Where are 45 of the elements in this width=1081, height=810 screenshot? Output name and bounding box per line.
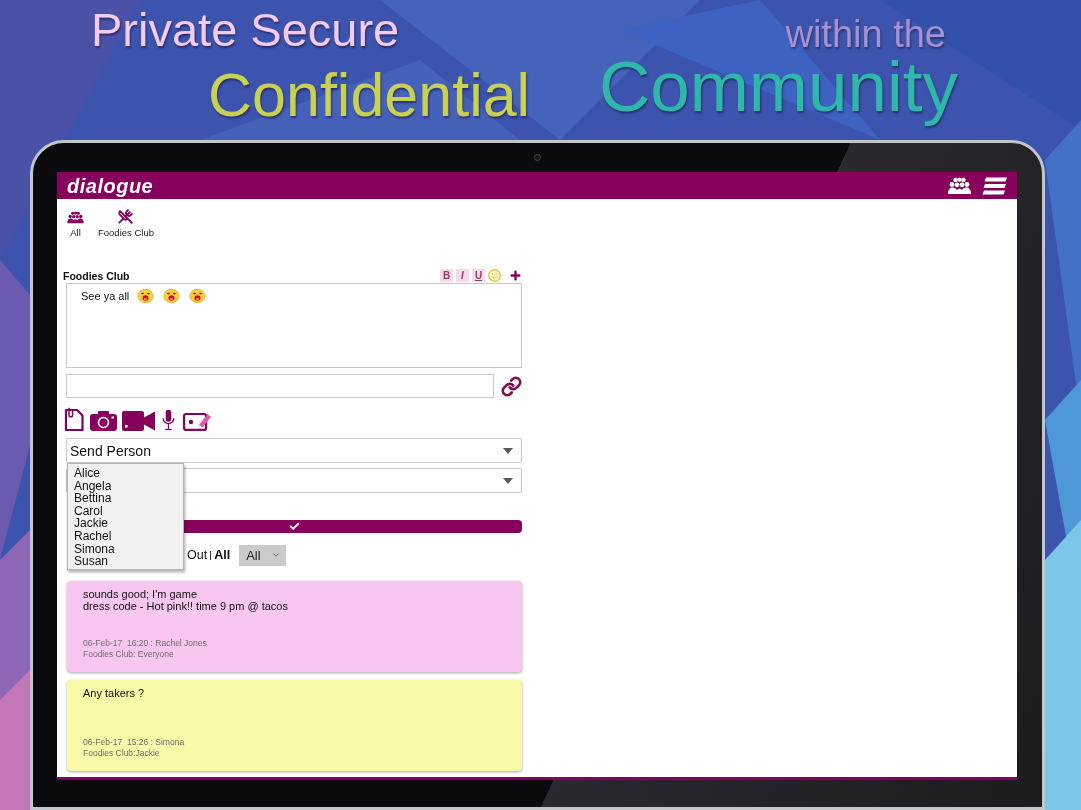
dropdown-option[interactable]: Susan <box>74 555 109 568</box>
filter-option[interactable]: Out <box>187 548 208 562</box>
video-camera-icon[interactable] <box>122 411 155 431</box>
microphone-icon[interactable] <box>162 409 175 431</box>
camera-icon[interactable] <box>90 411 117 431</box>
message-audience: Foodies Club: Everyone <box>83 649 174 660</box>
emoji-icon <box>137 289 155 303</box>
caret-icon <box>503 447 513 454</box>
group-tab[interactable]: All <box>66 208 85 238</box>
emoji-icon <box>163 289 181 303</box>
dropdown-option[interactable]: Bettina <box>74 492 112 505</box>
dropdown-option[interactable]: Simona <box>74 542 115 556</box>
dropdown-option[interactable]: Jackie <box>74 517 108 530</box>
webcam-icon <box>534 154 541 161</box>
caret-icon <box>503 477 513 484</box>
group-title: Foodies Club <box>63 270 130 282</box>
check-icon <box>288 521 301 532</box>
link-icon[interactable] <box>501 375 522 397</box>
message-meta: 06-Feb-17 15:26 : Simona <box>83 737 185 748</box>
dropdown-option[interactable]: Alice <box>74 467 100 480</box>
chevron-icon <box>271 550 282 560</box>
message-meta: 06-Feb-17 16:20 : Rachel Jones <box>83 638 207 649</box>
fork-knife-icon <box>118 209 134 224</box>
file-clip-icon[interactable] <box>64 407 84 431</box>
recipient-select[interactable]: Send Person <box>66 438 522 463</box>
dropdown-option[interactable]: Angela <box>74 479 112 493</box>
image-edit-icon[interactable] <box>183 411 211 431</box>
link-field[interactable] <box>66 374 494 398</box>
filter-select[interactable]: All <box>239 544 287 566</box>
message-input[interactable]: See ya all <box>66 283 522 368</box>
add-icon[interactable] <box>509 269 522 282</box>
audience-select[interactable] <box>66 468 522 493</box>
dropdown-option[interactable]: Rachel <box>74 529 112 543</box>
group-tab[interactable]: Foodies Club <box>97 208 155 238</box>
filter-option[interactable]: All <box>214 548 231 562</box>
message-text: dress code - Hot pink!! time 9 pm @ tacos <box>83 600 288 612</box>
headline-text: Confidential <box>208 61 531 129</box>
dropdown-option[interactable]: Carol <box>74 504 103 518</box>
message-text: Any takers ? <box>83 687 145 699</box>
people-group-icon <box>67 211 84 224</box>
message-text: sounds good; I'm game <box>83 588 197 600</box>
app-logo: dialogue <box>67 174 154 197</box>
emoji-icon <box>189 289 207 303</box>
message-audience: Foodies Club:Jackie <box>83 748 160 759</box>
headline-text: Private Secure <box>91 4 400 56</box>
